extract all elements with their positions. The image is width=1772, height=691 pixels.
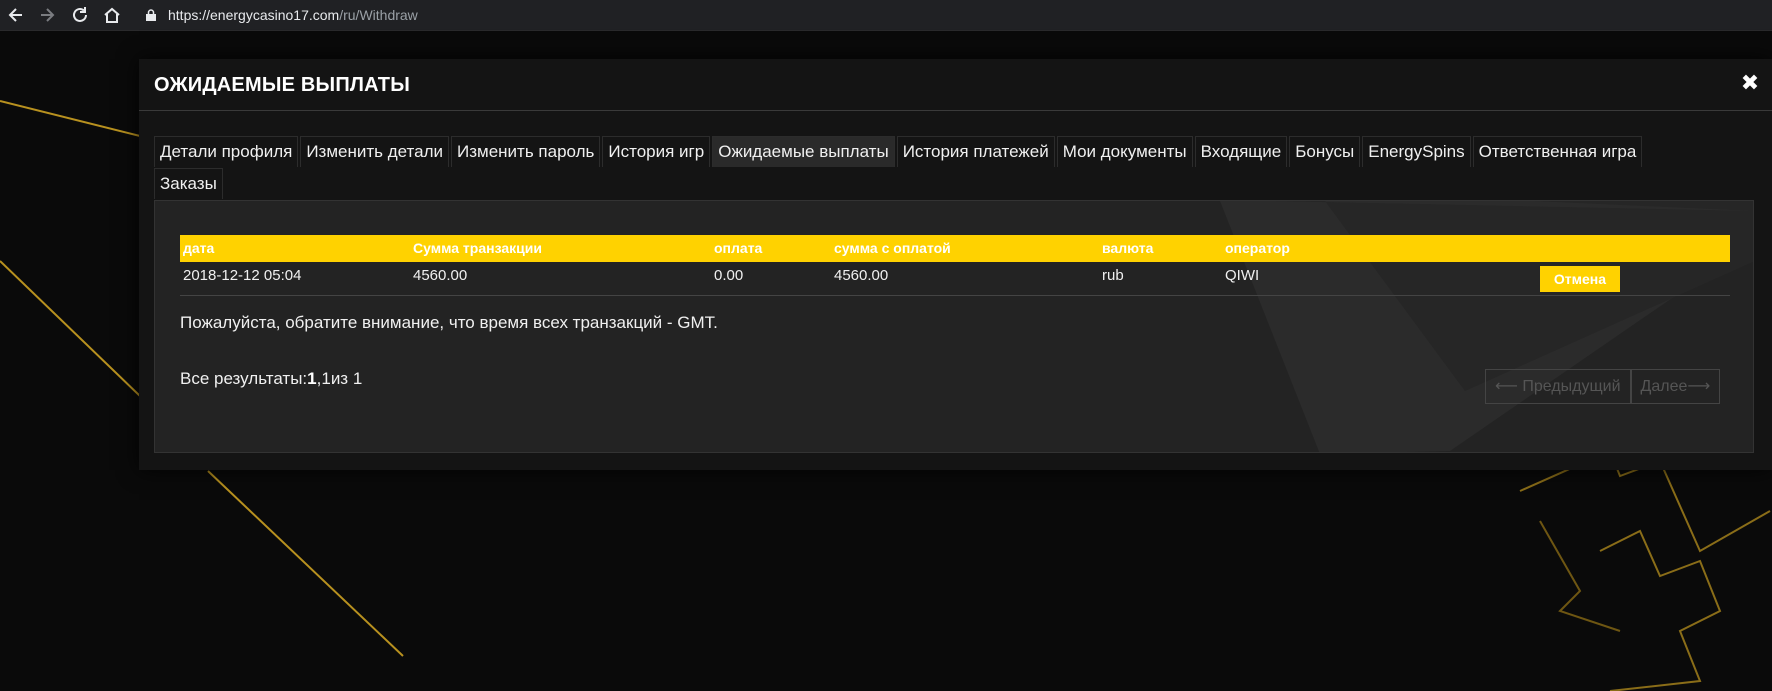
withdrawals-table: дата Сумма транзакции оплата сумма с опл… <box>180 235 1730 296</box>
header-operator: оператор <box>1225 240 1290 256</box>
content-panel: дата Сумма транзакции оплата сумма с опл… <box>154 200 1754 453</box>
tab-game-history[interactable]: История игр <box>602 136 711 167</box>
table-header: дата Сумма транзакции оплата сумма с опл… <box>180 235 1730 262</box>
close-icon[interactable]: ✖ <box>1738 71 1762 95</box>
results-label: Все результаты: <box>180 369 308 388</box>
header-date: дата <box>183 240 215 256</box>
url-path: /ru/Withdraw <box>339 7 418 23</box>
prev-page-button[interactable]: ⟵ Предыдущий <box>1485 369 1631 404</box>
header-total: сумма с оплатой <box>834 240 951 256</box>
next-page-button[interactable]: Далее⟶ <box>1630 369 1721 404</box>
tab-payment-history[interactable]: История платежей <box>896 136 1055 167</box>
tab-change-password[interactable]: Изменить пароль <box>451 136 601 167</box>
home-icon[interactable] <box>101 4 123 26</box>
forward-icon[interactable] <box>36 4 58 26</box>
tab-inbox[interactable]: Входящие <box>1194 136 1288 167</box>
cancel-withdrawal-button[interactable]: Отмена <box>1540 266 1620 292</box>
pagination: ⟵ Предыдущий Далее⟶ <box>1485 369 1721 404</box>
cell-amount: 4560.00 <box>413 267 468 284</box>
table-row: 2018-12-12 05:04 4560.00 0.00 4560.00 ru… <box>180 262 1730 296</box>
browser-toolbar: https://energycasino17.com/ru/Withdraw <box>0 0 1772 31</box>
tab-profile-details[interactable]: Детали профиля <box>154 136 299 167</box>
cell-operator: QIWI <box>1225 267 1260 284</box>
pending-withdrawals-modal: ОЖИДАЕМЫЕ ВЫПЛАТЫ ✖ Детали профиля Измен… <box>139 59 1772 470</box>
header-currency: валюта <box>1102 240 1154 256</box>
cell-total: 4560.00 <box>834 267 889 284</box>
tab-my-documents[interactable]: Мои документы <box>1056 136 1193 167</box>
results-of: из 1 <box>330 369 363 388</box>
tab-row-1: Детали профиля Изменить детали Изменить … <box>154 136 1644 167</box>
cell-fee: 0.00 <box>714 267 744 284</box>
lock-icon <box>146 9 156 21</box>
address-bar[interactable]: https://energycasino17.com/ru/Withdraw <box>140 2 1772 29</box>
url-text: https://energycasino17.com/ru/Withdraw <box>168 2 418 29</box>
tab-pending-withdrawals[interactable]: Ожидаемые выплаты <box>712 136 895 167</box>
cell-currency: rub <box>1102 267 1124 284</box>
tab-edit-details[interactable]: Изменить детали <box>300 136 450 167</box>
timezone-note: Пожалуйста, обратите внимание, что время… <box>180 313 718 332</box>
reload-icon[interactable] <box>69 4 91 26</box>
header-fee: оплата <box>714 240 763 256</box>
tab-orders[interactable]: Заказы <box>154 168 223 199</box>
tab-energyspins[interactable]: EnergySpins <box>1362 136 1471 167</box>
url-domain: https://energycasino17.com <box>168 7 340 23</box>
tab-row-2: Заказы <box>154 168 225 199</box>
tab-responsible-gaming[interactable]: Ответственная игра <box>1472 136 1643 167</box>
cell-date: 2018-12-12 05:04 <box>183 267 302 284</box>
results-summary: Все результаты:1,1из 1 <box>180 369 362 389</box>
modal-header: ОЖИДАЕМЫЕ ВЫПЛАТЫ ✖ <box>139 59 1772 111</box>
results-current: 1 <box>321 369 331 388</box>
back-icon[interactable] <box>5 4 27 26</box>
results-shown: 1 <box>307 369 317 388</box>
header-amount: Сумма транзакции <box>413 240 542 256</box>
modal-title: ОЖИДАЕМЫЕ ВЫПЛАТЫ <box>154 74 410 96</box>
tab-bonuses[interactable]: Бонусы <box>1289 136 1361 167</box>
